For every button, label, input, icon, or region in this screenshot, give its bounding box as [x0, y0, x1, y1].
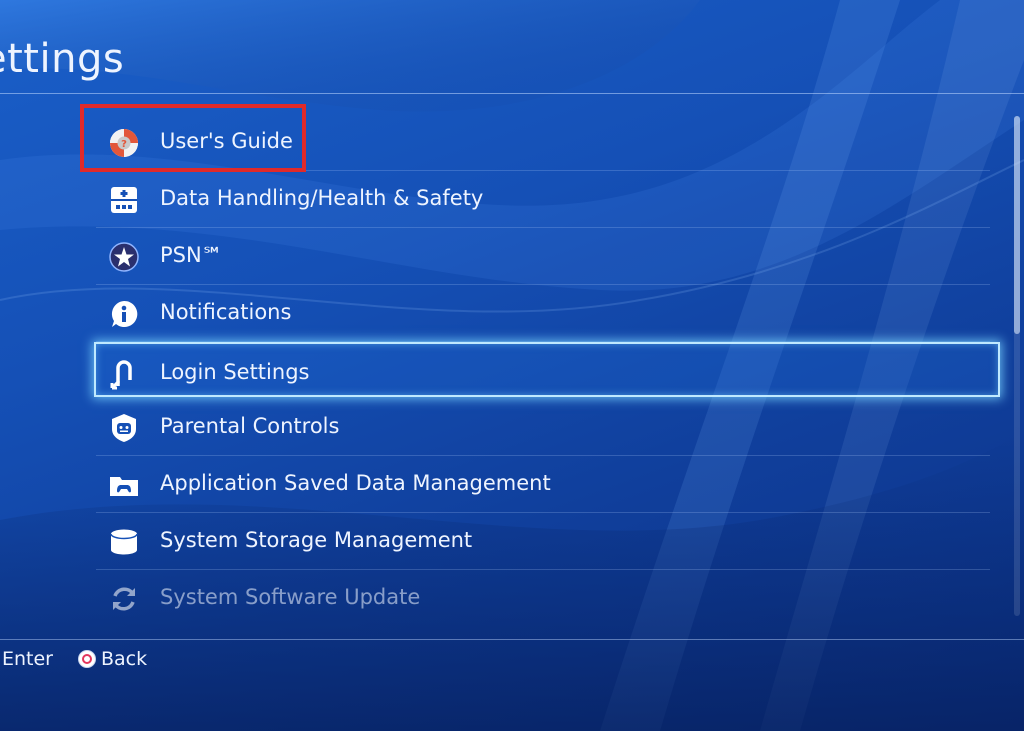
menu-item-system-storage[interactable]: System Storage Management [96, 513, 1002, 570]
scrollbar-thumb[interactable] [1014, 116, 1020, 334]
menu-item-login-settings[interactable]: Login Settings [94, 342, 1002, 402]
info-icon [108, 298, 140, 330]
enter-hint: Enter [2, 648, 53, 670]
update-icon [108, 583, 140, 615]
menu-item-label: Data Handling/Health & Safety [160, 186, 484, 210]
storage-icon [108, 526, 140, 558]
menu-item-data-handling[interactable]: Data Handling/Health & Safety [96, 171, 1002, 228]
enter-label: Enter [2, 648, 53, 670]
menu-item-notifications[interactable]: Notifications [96, 285, 1002, 342]
back-label: Back [101, 648, 148, 670]
document-icon [108, 184, 140, 216]
menu-item-system-software-update[interactable]: System Software Update [96, 570, 1002, 627]
menu-item-application-saved-data[interactable]: Application Saved Data Management [96, 456, 1002, 513]
annotation-highlight-box [80, 104, 306, 172]
scrollbar[interactable] [1014, 116, 1020, 616]
menu-item-label: Parental Controls [160, 414, 340, 438]
menu-item-label: Login Settings [160, 360, 310, 384]
psn-icon [108, 241, 140, 273]
menu-item-label: Application Saved Data Management [160, 471, 551, 495]
login-icon [108, 358, 140, 390]
menu-item-label: Notifications [160, 300, 292, 324]
menu-item-label: System Storage Management [160, 528, 473, 552]
back-button[interactable]: Back [78, 648, 147, 670]
shield-icon [108, 412, 140, 444]
footer-divider [0, 639, 1024, 640]
folder-icon [108, 469, 140, 501]
menu-item-parental-controls[interactable]: Parental Controls [96, 399, 1002, 456]
circle-button-icon [78, 650, 96, 668]
menu-item-psn[interactable]: PSN℠ [96, 228, 1002, 285]
menu-item-label: System Software Update [160, 585, 421, 609]
menu-item-label: PSN℠ [160, 243, 224, 267]
